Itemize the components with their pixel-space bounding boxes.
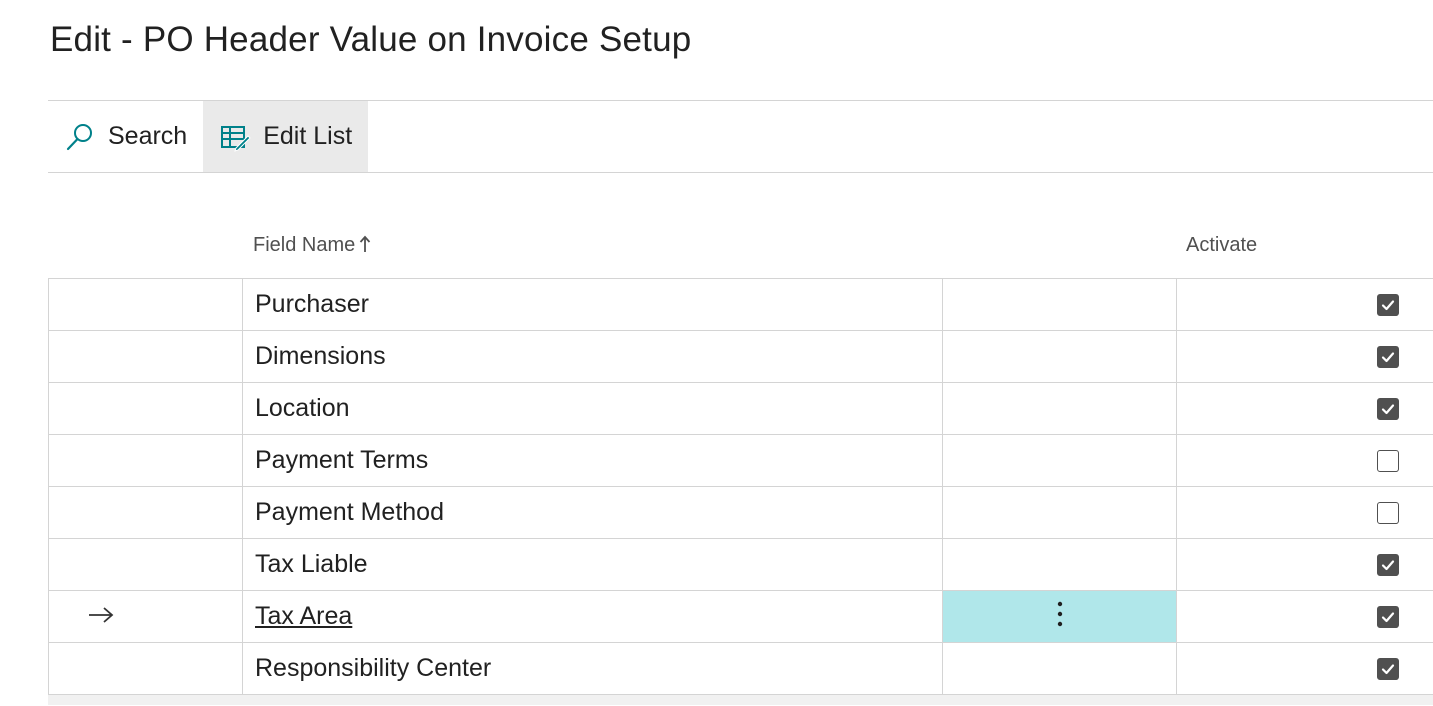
field-name-text: Tax Area	[255, 602, 353, 630]
field-name-text: Tax Liable	[255, 550, 368, 578]
grid-header: Field Name Activate	[48, 222, 1433, 278]
column-header-field-name-label: Field Name	[253, 234, 356, 256]
field-name-text: Responsibility Center	[255, 654, 492, 682]
activate-cell	[1177, 279, 1433, 330]
table-row[interactable]: Location	[49, 383, 1433, 435]
row-indicator-cell	[49, 487, 243, 538]
search-icon	[64, 121, 96, 153]
row-actions-cell[interactable]	[943, 487, 1177, 538]
table-row[interactable]: Tax Liable	[49, 539, 1433, 591]
sort-ascending-icon	[359, 235, 371, 256]
activate-checkbox-unchecked[interactable]	[1377, 501, 1399, 524]
checkmark-icon	[1381, 351, 1395, 362]
field-name-text: Location	[255, 394, 350, 422]
row-indicator-cell	[49, 435, 243, 486]
list-grid: Field Name Activate Purchaser Dimensions L…	[48, 222, 1433, 705]
column-header-activate[interactable]: Activate	[1186, 234, 1257, 257]
table-row[interactable]: Purchaser	[49, 279, 1433, 331]
grid-rows: Purchaser Dimensions Location Payment Terms…	[48, 278, 1433, 695]
field-name-text: Payment Terms	[255, 446, 429, 474]
field-name-cell[interactable]: Purchaser	[243, 279, 943, 330]
row-indicator-cell	[49, 279, 243, 330]
checkmark-icon	[1381, 299, 1395, 310]
field-name-text: Dimensions	[255, 342, 386, 370]
page-title: Edit - PO Header Value on Invoice Setup	[50, 20, 692, 59]
activate-checkbox-checked[interactable]	[1377, 553, 1399, 576]
activate-checkbox-checked[interactable]	[1377, 293, 1399, 316]
column-header-activate-label: Activate	[1186, 234, 1258, 256]
search-label: Search	[108, 122, 188, 150]
field-name-cell[interactable]: Payment Terms	[243, 435, 943, 486]
activate-checkbox-checked[interactable]	[1377, 605, 1399, 628]
row-indicator-cell	[49, 539, 243, 590]
activate-cell	[1177, 383, 1433, 434]
checkmark-icon	[1381, 403, 1395, 414]
activate-cell	[1177, 539, 1433, 590]
field-name-cell[interactable]: Payment Method	[243, 487, 943, 538]
activate-cell	[1177, 435, 1433, 486]
page: Edit - PO Header Value on Invoice Setup …	[0, 0, 1433, 706]
row-actions-cell[interactable]	[943, 279, 1177, 330]
row-actions-cell[interactable]	[943, 643, 1177, 694]
table-row[interactable]: Tax Area	[49, 591, 1433, 643]
activate-checkbox-checked[interactable]	[1377, 397, 1399, 420]
row-actions-cell[interactable]	[943, 383, 1177, 434]
more-options-icon[interactable]	[1057, 600, 1063, 633]
edit-list-icon	[219, 121, 251, 153]
field-name-cell[interactable]: Responsibility Center	[243, 643, 943, 694]
activate-cell	[1177, 643, 1433, 694]
activate-checkbox-unchecked[interactable]	[1377, 449, 1399, 472]
table-row[interactable]: Payment Method	[49, 487, 1433, 539]
activate-cell	[1177, 591, 1433, 642]
field-name-cell[interactable]: Location	[243, 383, 943, 434]
activate-cell	[1177, 331, 1433, 382]
table-row[interactable]: Payment Terms	[49, 435, 1433, 487]
edit-list-label: Edit List	[263, 122, 353, 150]
field-name-text: Purchaser	[255, 290, 369, 318]
toolbar-bottom-divider	[48, 172, 1433, 173]
table-row[interactable]: Responsibility Center	[49, 643, 1433, 695]
checkmark-icon	[1381, 663, 1395, 674]
row-indicator-cell	[49, 331, 243, 382]
activate-cell	[1177, 487, 1433, 538]
row-indicator-cell	[49, 591, 243, 642]
field-name-cell[interactable]: Tax Area	[243, 591, 943, 642]
grid-footer	[48, 695, 1433, 705]
row-indicator-cell	[49, 383, 243, 434]
row-actions-cell[interactable]	[943, 435, 1177, 486]
table-row[interactable]: Dimensions	[49, 331, 1433, 383]
activate-checkbox-checked[interactable]	[1377, 345, 1399, 368]
row-actions-cell-selected[interactable]	[943, 591, 1177, 642]
checkmark-icon	[1381, 559, 1395, 570]
activate-checkbox-checked[interactable]	[1377, 657, 1399, 680]
current-row-arrow-icon	[87, 601, 115, 632]
row-indicator-cell	[49, 643, 243, 694]
column-header-field-name[interactable]: Field Name	[253, 234, 371, 257]
field-name-text: Payment Method	[255, 498, 444, 526]
checkmark-icon	[1381, 611, 1395, 622]
field-name-cell[interactable]: Dimensions	[243, 331, 943, 382]
search-button[interactable]: Search	[48, 101, 203, 172]
field-name-cell[interactable]: Tax Liable	[243, 539, 943, 590]
row-actions-cell[interactable]	[943, 539, 1177, 590]
row-actions-cell[interactable]	[943, 331, 1177, 382]
action-bar: Search Edit List	[48, 101, 1433, 172]
edit-list-button[interactable]: Edit List	[203, 101, 369, 172]
